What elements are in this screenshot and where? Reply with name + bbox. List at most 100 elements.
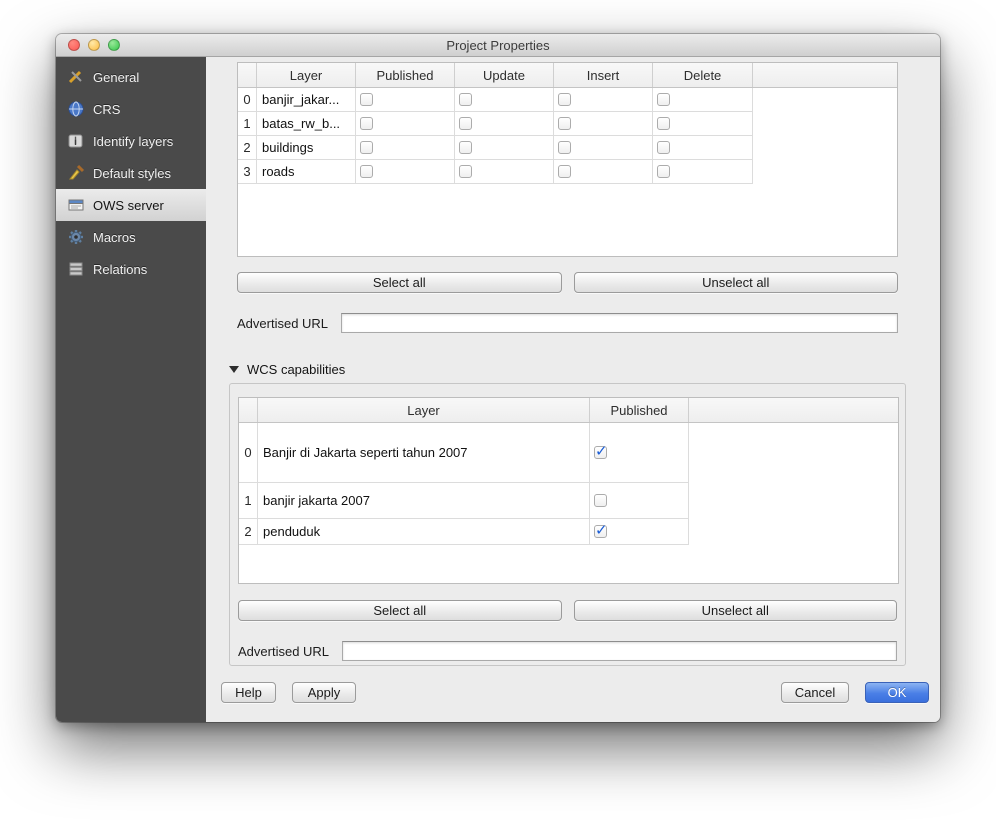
- ok-button[interactable]: OK: [865, 682, 929, 703]
- layer-name-cell[interactable]: banjir_jakar...: [257, 88, 356, 112]
- row-index: 3: [238, 160, 257, 184]
- sidebar: General CRS i Identify layers Default st…: [56, 57, 206, 722]
- globe-icon: [66, 100, 86, 118]
- wcs-layers-table: Layer Published 0 Banjir di Jakarta sepe…: [238, 397, 899, 584]
- sidebar-item-relations[interactable]: Relations: [56, 253, 206, 285]
- insert-checkbox[interactable]: [558, 165, 571, 178]
- select-all-button[interactable]: Select all: [238, 600, 562, 621]
- identify-icon: i: [66, 132, 86, 150]
- wcs-advertised-url-row: Advertised URL: [238, 641, 897, 661]
- layer-name-cell[interactable]: penduduk: [258, 519, 590, 545]
- published-checkbox[interactable]: [360, 165, 373, 178]
- minimize-button[interactable]: [88, 39, 100, 51]
- insert-cell: [554, 88, 653, 112]
- insert-cell: [554, 112, 653, 136]
- sidebar-item-label: OWS server: [93, 198, 164, 213]
- paintbrush-icon: [66, 164, 86, 182]
- published-checkbox[interactable]: [594, 525, 607, 538]
- update-checkbox[interactable]: [459, 93, 472, 106]
- insert-checkbox[interactable]: [558, 117, 571, 130]
- server-icon: [66, 196, 86, 214]
- published-cell: [590, 519, 689, 545]
- insert-checkbox[interactable]: [558, 93, 571, 106]
- table-row: 3 roads: [238, 160, 897, 184]
- header-filler: [689, 398, 898, 422]
- sidebar-item-label: Default styles: [93, 166, 171, 181]
- unselect-all-button[interactable]: Unselect all: [574, 272, 899, 293]
- window-body: General CRS i Identify layers Default st…: [56, 57, 940, 722]
- column-header-delete[interactable]: Delete: [653, 63, 753, 87]
- column-header-published[interactable]: Published: [356, 63, 455, 87]
- row-index: 1: [239, 483, 258, 519]
- advertised-url-input[interactable]: [341, 313, 898, 333]
- table-row: 1 batas_rw_b...: [238, 112, 897, 136]
- layer-name-cell[interactable]: buildings: [257, 136, 356, 160]
- wcs-capabilities-toggle[interactable]: WCS capabilities: [229, 362, 940, 377]
- layer-name-cell[interactable]: Banjir di Jakarta seperti tahun 2007: [258, 423, 590, 483]
- insert-checkbox[interactable]: [558, 141, 571, 154]
- help-button[interactable]: Help: [221, 682, 276, 703]
- tools-icon: [66, 68, 86, 86]
- column-header-layer[interactable]: Layer: [257, 63, 356, 87]
- sidebar-item-ows-server[interactable]: OWS server: [56, 189, 206, 221]
- row-index: 2: [239, 519, 258, 545]
- window-title: Project Properties: [446, 38, 549, 53]
- column-header-published[interactable]: Published: [590, 398, 689, 422]
- published-checkbox[interactable]: [594, 446, 607, 459]
- published-cell: [356, 112, 455, 136]
- delete-checkbox[interactable]: [657, 93, 670, 106]
- corner-header-cell: [238, 63, 257, 87]
- sidebar-item-identify-layers[interactable]: i Identify layers: [56, 125, 206, 157]
- select-all-button[interactable]: Select all: [237, 272, 562, 293]
- sidebar-item-label: CRS: [93, 102, 120, 117]
- table-row: 2 penduduk: [239, 519, 898, 545]
- published-checkbox[interactable]: [360, 93, 373, 106]
- sidebar-item-label: General: [93, 70, 139, 85]
- advertised-url-label: Advertised URL: [238, 644, 342, 659]
- sidebar-item-default-styles[interactable]: Default styles: [56, 157, 206, 189]
- update-checkbox[interactable]: [459, 117, 472, 130]
- wcs-section-label: WCS capabilities: [247, 362, 345, 377]
- titlebar[interactable]: Project Properties: [56, 34, 940, 57]
- close-button[interactable]: [68, 39, 80, 51]
- delete-cell: [653, 88, 753, 112]
- wms-layers-table: Layer Published Update Insert Delete 0 b…: [237, 62, 898, 257]
- cancel-button[interactable]: Cancel: [781, 682, 849, 703]
- sidebar-item-crs[interactable]: CRS: [56, 93, 206, 125]
- scroll-area[interactable]: Layer Published Update Insert Delete 0 b…: [206, 57, 940, 676]
- column-header-insert[interactable]: Insert: [554, 63, 653, 87]
- update-cell: [455, 160, 554, 184]
- gear-icon: [66, 228, 86, 246]
- wms-table-header: Layer Published Update Insert Delete: [238, 63, 897, 88]
- layer-name-cell[interactable]: roads: [257, 160, 356, 184]
- layer-name-cell[interactable]: banjir jakarta 2007: [258, 483, 590, 519]
- layer-name-cell[interactable]: batas_rw_b...: [257, 112, 356, 136]
- sidebar-item-general[interactable]: General: [56, 61, 206, 93]
- update-checkbox[interactable]: [459, 165, 472, 178]
- delete-checkbox[interactable]: [657, 117, 670, 130]
- published-checkbox[interactable]: [360, 141, 373, 154]
- sidebar-item-macros[interactable]: Macros: [56, 221, 206, 253]
- insert-cell: [554, 160, 653, 184]
- column-header-update[interactable]: Update: [455, 63, 554, 87]
- unselect-all-button[interactable]: Unselect all: [574, 600, 898, 621]
- published-cell: [356, 136, 455, 160]
- published-checkbox[interactable]: [360, 117, 373, 130]
- svg-text:i: i: [74, 137, 77, 148]
- published-cell: [590, 483, 689, 519]
- advertised-url-input[interactable]: [342, 641, 897, 661]
- table-row: 0 Banjir di Jakarta seperti tahun 2007: [239, 423, 898, 483]
- apply-button[interactable]: Apply: [292, 682, 356, 703]
- wcs-select-buttons: Select all Unselect all: [238, 600, 897, 621]
- relations-icon: [66, 260, 86, 278]
- delete-checkbox[interactable]: [657, 165, 670, 178]
- update-checkbox[interactable]: [459, 141, 472, 154]
- wcs-table-header: Layer Published: [239, 398, 898, 423]
- wms-advertised-url-row: Advertised URL: [237, 313, 898, 333]
- column-header-layer[interactable]: Layer: [258, 398, 590, 422]
- row-index: 2: [238, 136, 257, 160]
- delete-checkbox[interactable]: [657, 141, 670, 154]
- chevron-down-icon: [229, 366, 239, 373]
- zoom-button[interactable]: [108, 39, 120, 51]
- published-checkbox[interactable]: [594, 494, 607, 507]
